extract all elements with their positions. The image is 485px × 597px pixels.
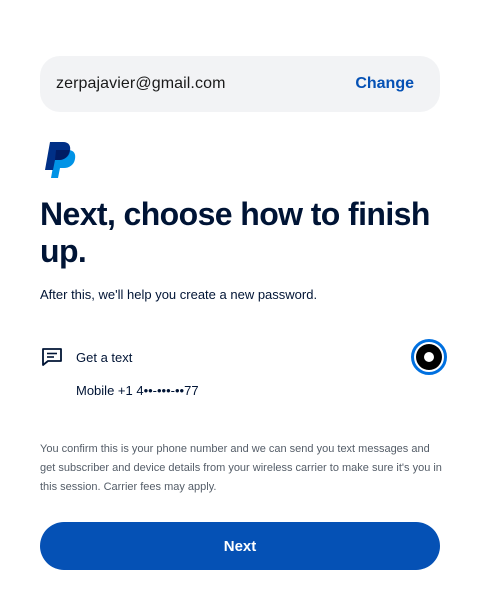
message-icon: [40, 345, 64, 369]
carrier-disclaimer: You confirm this is your phone number an…: [40, 443, 442, 493]
radio-dot: [424, 352, 434, 362]
option-radio-selected[interactable]: [411, 339, 447, 375]
radio-fill: [416, 344, 442, 370]
account-email-bar: zerpajavier@gmail.com Change: [40, 56, 440, 112]
page-subtitle: After this, we'll help you create a new …: [40, 287, 318, 302]
change-account-link[interactable]: Change: [355, 75, 414, 93]
paypal-logo-icon: [44, 140, 80, 180]
option-get-a-text[interactable]: Get a text: [40, 337, 446, 377]
option-label: Get a text: [76, 349, 133, 365]
next-button[interactable]: Next: [40, 522, 440, 570]
page-title: Next, choose how to finish up.: [40, 196, 430, 269]
account-email: zerpajavier@gmail.com: [56, 75, 226, 92]
masked-mobile-number: Mobile +1 4••-•••-••77: [76, 383, 199, 398]
